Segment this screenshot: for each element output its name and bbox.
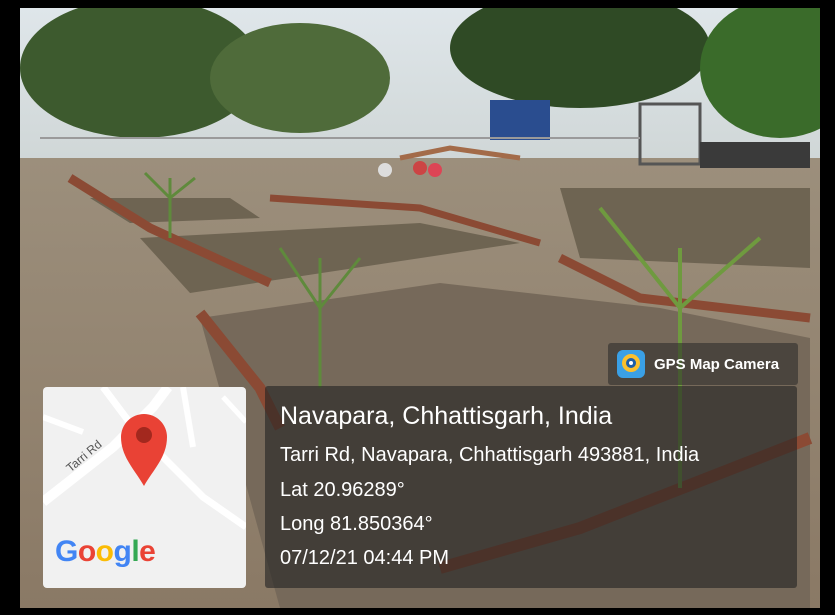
timestamp-text: 07/12/21 04:44 PM xyxy=(280,547,450,569)
address-text: Tarri Rd, Navapara, Chhattisgarh 493881,… xyxy=(280,444,700,466)
location-title: Navapara, Chhattisgarh, India xyxy=(280,402,613,430)
gps-map-camera-badge: GPS Map Camera xyxy=(608,343,798,385)
google-logo-letter: G xyxy=(55,535,78,568)
longitude-text: Long 81.850364° xyxy=(280,513,433,535)
google-logo: Google xyxy=(55,535,156,569)
google-logo-letter: l xyxy=(131,535,140,568)
camera-lens-icon xyxy=(617,350,645,378)
screenshot-frame: GPS Map Camera Navapara, Chhattisgarh, I… xyxy=(0,0,835,615)
badge-label: GPS Map Camera xyxy=(654,355,780,373)
google-logo-letter: e xyxy=(139,535,156,568)
google-logo-letter: o xyxy=(95,535,114,568)
latitude-text: Lat 20.96289° xyxy=(280,479,405,501)
google-logo-letter: g xyxy=(113,535,132,568)
google-logo-letter: o xyxy=(77,535,96,568)
map-pin-icon xyxy=(121,414,167,486)
map-thumbnail: Tarri Rd Google xyxy=(43,387,246,588)
location-info-panel: Navapara, Chhattisgarh, India Tarri Rd, … xyxy=(265,386,797,588)
